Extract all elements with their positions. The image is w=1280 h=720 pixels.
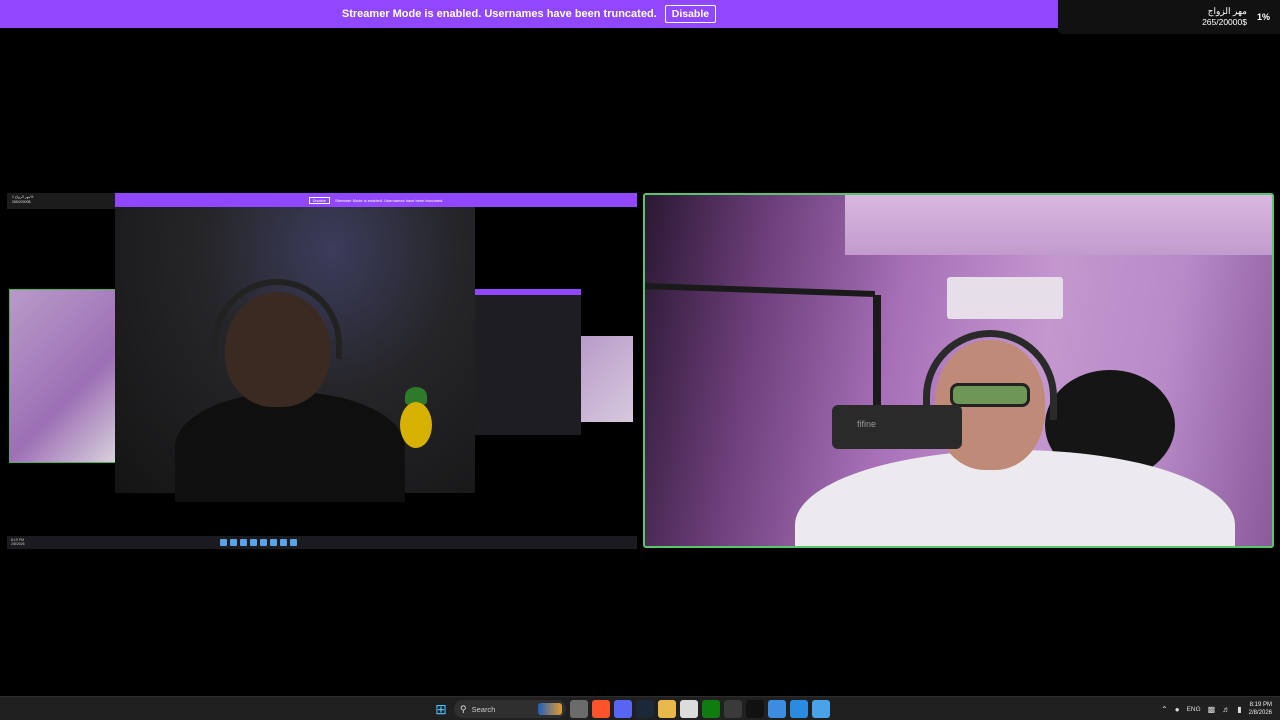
ceiling bbox=[845, 195, 1272, 255]
file-explorer-icon[interactable] bbox=[570, 700, 588, 718]
taskbar-center: ⊞ ⚲ Search bbox=[432, 699, 830, 719]
mini-app-icon bbox=[220, 539, 227, 546]
obs-icon[interactable] bbox=[724, 700, 742, 718]
folder-icon[interactable] bbox=[658, 700, 676, 718]
mini-person-camera bbox=[115, 207, 475, 502]
search-placeholder: Search bbox=[471, 704, 496, 714]
mic-brand-label: fifine bbox=[857, 419, 877, 429]
mini-webcam-preview bbox=[9, 289, 119, 463]
microphone: fifine bbox=[832, 405, 962, 449]
donation-goal-widget: مهر الزواج 265/20000$ 1% bbox=[1058, 0, 1280, 34]
mini-app-icon bbox=[250, 539, 257, 546]
language-indicator[interactable]: ENG bbox=[1187, 706, 1201, 713]
mic-arm bbox=[645, 282, 876, 298]
headset-icon bbox=[212, 279, 342, 359]
air-conditioner bbox=[947, 277, 1063, 319]
pinned-apps bbox=[570, 700, 830, 718]
mini-app-icon bbox=[290, 539, 297, 546]
mini-clock-date: 2/8/2026 bbox=[11, 542, 25, 546]
mini-nested-webcam bbox=[581, 336, 633, 422]
disable-streamer-mode-button[interactable]: Disable bbox=[664, 5, 717, 23]
goal-amount: 265/20000$ bbox=[1202, 17, 1247, 27]
mini-banner-text: Streamer Mode is enabled. Usernames have… bbox=[335, 197, 444, 203]
webcam-feed: fifine bbox=[643, 193, 1274, 548]
pineapple-plush bbox=[400, 402, 432, 448]
mini-app-icon bbox=[270, 539, 277, 546]
app-icon[interactable] bbox=[812, 700, 830, 718]
calendar-icon[interactable] bbox=[680, 700, 698, 718]
brave-browser-icon[interactable] bbox=[592, 700, 610, 718]
streamer-mode-message: Streamer Mode is enabled. Usernames have… bbox=[341, 8, 657, 20]
windows-start-icon[interactable]: ⊞ bbox=[432, 700, 450, 718]
mini-clock: 8:19 PM 2/8/2026 bbox=[11, 538, 25, 546]
volume-icon[interactable]: ♬ bbox=[1222, 705, 1230, 714]
microphone-icon[interactable]: ● bbox=[1175, 705, 1180, 714]
glasses bbox=[950, 383, 1030, 407]
clock-date: 2/8/2026 bbox=[1248, 710, 1272, 716]
mic-arm-vertical bbox=[873, 295, 881, 415]
mini-app-icon bbox=[280, 539, 287, 546]
steam-icon[interactable] bbox=[636, 700, 654, 718]
stream-canvas: Streamer Mode is enabled. Usernames have… bbox=[0, 0, 1280, 720]
mini-app-icon bbox=[230, 539, 237, 546]
mini-goal-amount: 265/20000$ bbox=[12, 200, 31, 204]
search-icon: ⚲ bbox=[460, 703, 467, 714]
mini-taskbar-icons bbox=[220, 539, 297, 546]
mini-window-banner bbox=[475, 289, 581, 295]
mini-disable-button: Disable bbox=[308, 196, 331, 204]
battery-icon[interactable]: ▮ bbox=[1237, 705, 1241, 714]
tiktok-icon[interactable] bbox=[746, 700, 764, 718]
mini-streamer-banner: Disable Streamer Mode is enabled. Userna… bbox=[115, 193, 637, 207]
goal-percent: 1% bbox=[1256, 12, 1270, 22]
chevron-up-icon[interactable]: ⌃ bbox=[1161, 705, 1168, 714]
goal-text: مهر الزواج 265/20000$ bbox=[1202, 6, 1247, 28]
taskbar-clock[interactable]: 8:19 PM 2/8/2026 bbox=[1249, 701, 1272, 717]
windows-taskbar: ⊞ ⚲ Search ⌃ ● ENG ▩ ♬ ▮ 8:19 PM 2/8/202… bbox=[0, 696, 1280, 720]
network-icon[interactable]: ▩ bbox=[1208, 705, 1216, 714]
goal-title: مهر الزواج bbox=[1207, 6, 1247, 16]
screen-share-capture: مهر الزواج 1% 265/20000$ Disable Streame… bbox=[7, 193, 637, 549]
vscode-icon[interactable] bbox=[790, 700, 808, 718]
search-highlight-icon bbox=[538, 703, 562, 715]
mini-app-icon bbox=[260, 539, 267, 546]
xbox-icon[interactable] bbox=[702, 700, 720, 718]
mini-nested-window bbox=[475, 289, 581, 435]
taskbar-search-box[interactable]: ⚲ Search bbox=[454, 700, 566, 718]
mini-goal-widget: مهر الزواج 1% 265/20000$ bbox=[7, 193, 117, 209]
system-tray: ⌃ ● ENG ▩ ♬ ▮ 8:19 PM 2/8/2026 bbox=[1161, 699, 1272, 719]
mini-taskbar: 8:19 PM 2/8/2026 bbox=[7, 536, 637, 549]
discord-icon[interactable] bbox=[614, 700, 632, 718]
photos-icon[interactable] bbox=[768, 700, 786, 718]
mini-app-icon bbox=[240, 539, 247, 546]
clock-time: 8:19 PM bbox=[1249, 702, 1272, 708]
person-body bbox=[175, 392, 405, 502]
streamer-mode-banner: Streamer Mode is enabled. Usernames have… bbox=[0, 0, 1058, 28]
